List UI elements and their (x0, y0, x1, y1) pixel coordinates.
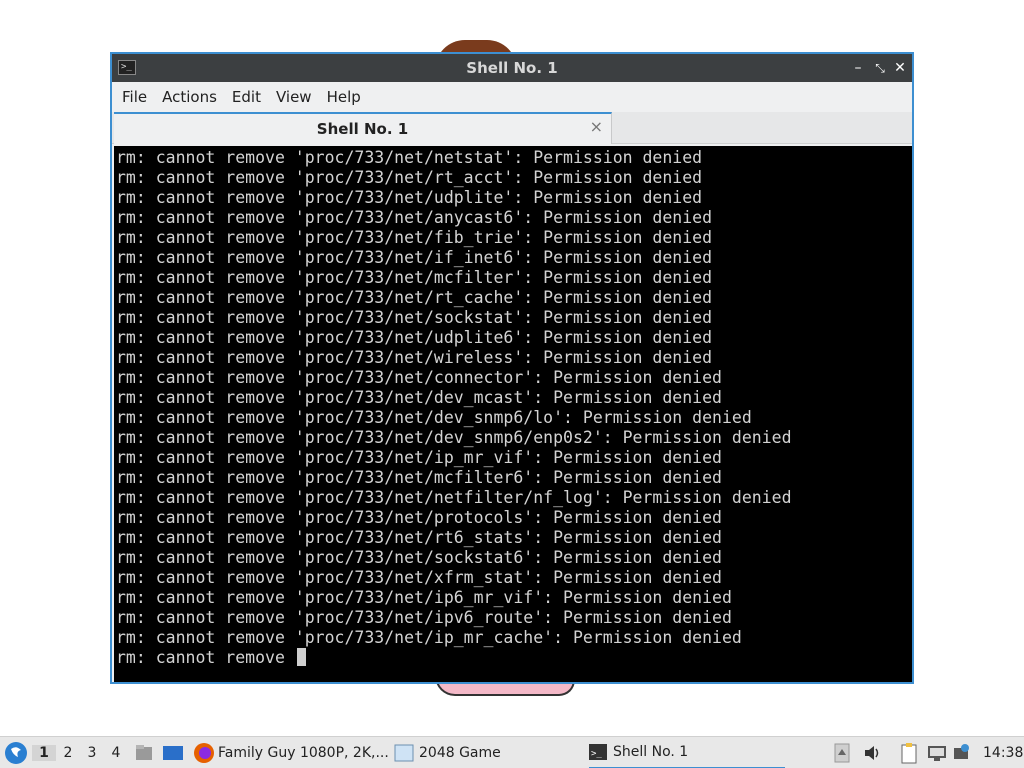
task-shell-label: Shell No. 1 (613, 744, 689, 760)
terminal-window: >_ Shell No. 1 – ⤡ ✕ File Actions Edit V… (110, 52, 914, 684)
terminal-prompt-text: rm: cannot remove (116, 648, 295, 667)
svg-text:>_: >_ (591, 749, 602, 759)
terminal-line: rm: cannot remove 'proc/733/net/anycast6… (116, 208, 713, 227)
terminal-line: rm: cannot remove 'proc/733/net/wireless… (116, 348, 713, 367)
clipboard-button[interactable] (899, 737, 919, 768)
monitor-update-icon (954, 744, 969, 759)
terminal-line: rm: cannot remove 'proc/733/net/dev_snmp… (116, 408, 752, 427)
workspace-1[interactable]: 1 (32, 745, 56, 761)
tab-bar: Shell No. 1 × (112, 112, 912, 144)
terminal-line: rm: cannot remove 'proc/733/net/rt6_stat… (116, 528, 722, 547)
task-2048[interactable]: 2048 Game (394, 737, 501, 768)
menu-actions[interactable]: Actions (162, 88, 232, 106)
task-2048-label: 2048 Game (419, 745, 501, 761)
file-manager-launcher[interactable] (134, 737, 154, 768)
terminal-line: rm: cannot remove 'proc/733/net/ip6_mr_v… (116, 588, 732, 607)
minimize-icon[interactable]: – (849, 58, 867, 78)
clock[interactable]: 14:38 (983, 737, 1023, 768)
tab-shell-1[interactable]: Shell No. 1 × (114, 112, 612, 144)
terminal-line: rm: cannot remove 'proc/733/net/dev_mcas… (116, 388, 722, 407)
terminal-line: rm: cannot remove 'proc/733/net/udplite'… (116, 188, 703, 207)
menu-view[interactable]: View (276, 88, 327, 106)
lxqt-logo-icon (5, 742, 27, 764)
terminal-cursor (296, 648, 306, 666)
clipboard-icon (901, 743, 917, 764)
tab-close-icon[interactable]: × (590, 117, 603, 136)
menubar: File Actions Edit View Help (112, 82, 912, 112)
menu-help[interactable]: Help (327, 88, 376, 106)
menu-file[interactable]: File (122, 88, 162, 106)
workspace-3[interactable]: 3 (80, 745, 104, 761)
terminal-line: rm: cannot remove 'proc/733/net/protocol… (116, 508, 722, 527)
taskbar: 1 2 3 4 Family Guy 1080P, 2K,... 2048 Ga… (0, 736, 1024, 768)
terminal-icon: >_ (589, 744, 607, 760)
terminal-line: rm: cannot remove 'proc/733/net/xfrm_sta… (116, 568, 722, 587)
terminal-output[interactable]: rm: cannot remove 'proc/733/net/netstat'… (114, 146, 912, 682)
terminal-line: rm: cannot remove 'proc/733/net/connecto… (116, 368, 722, 387)
workspace-4[interactable]: 4 (104, 745, 128, 761)
terminal-line: rm: cannot remove 'proc/733/net/mcfilter… (116, 268, 713, 287)
terminal-line: rm: cannot remove 'proc/733/net/netfilte… (116, 488, 792, 507)
terminal-line: rm: cannot remove 'proc/733/net/if_inet6… (116, 248, 713, 267)
network-button[interactable] (927, 737, 947, 768)
terminal-line: rm: cannot remove 'proc/733/net/ip_mr_ca… (116, 628, 742, 647)
menu-edit[interactable]: Edit (232, 88, 276, 106)
terminal-line: rm: cannot remove 'proc/733/net/dev_snmp… (116, 428, 792, 447)
terminal-line: rm: cannot remove 'proc/733/net/fib_trie… (116, 228, 713, 247)
terminal-line: rm: cannot remove 'proc/733/net/sockstat… (116, 548, 722, 567)
task-firefox-label: Family Guy 1080P, 2K,... (218, 745, 389, 761)
network-icon (928, 746, 946, 761)
window-titlebar[interactable]: >_ Shell No. 1 – ⤡ ✕ (112, 54, 912, 82)
volume-button[interactable] (862, 737, 882, 768)
window-icon (394, 744, 414, 762)
start-menu-button[interactable] (4, 737, 28, 768)
maximize-icon[interactable]: ⤡ (871, 58, 889, 78)
window-title: Shell No. 1 (466, 59, 558, 77)
terminal-line: rm: cannot remove 'proc/733/net/ip_mr_vi… (116, 448, 722, 467)
tray-arrow-icon (834, 743, 850, 763)
terminal-line: rm: cannot remove 'proc/733/net/udplite6… (116, 328, 713, 347)
terminal-line: rm: cannot remove 'proc/733/net/mcfilter… (116, 468, 722, 487)
update-notifier-button[interactable] (953, 737, 973, 768)
close-icon[interactable]: ✕ (891, 58, 909, 78)
volume-icon (865, 746, 879, 760)
desktop-launcher[interactable] (162, 737, 184, 768)
firefox-icon (194, 743, 214, 763)
file-manager-icon (136, 745, 152, 760)
task-firefox[interactable]: Family Guy 1080P, 2K,... (193, 737, 389, 768)
task-shell[interactable]: >_ Shell No. 1 (589, 737, 785, 768)
terminal-line: rm: cannot remove 'proc/733/net/rt_acct'… (116, 168, 703, 187)
terminal-line: rm: cannot remove 'proc/733/net/sockstat… (116, 308, 713, 327)
terminal-line: rm: cannot remove 'proc/733/net/netstat'… (116, 148, 703, 167)
terminal-line: rm: cannot remove 'proc/733/net/ipv6_rou… (116, 608, 732, 627)
terminal-line: rm: cannot remove 'proc/733/net/rt_cache… (116, 288, 713, 307)
show-desktop-icon (163, 746, 183, 760)
workspace-2[interactable]: 2 (56, 745, 80, 761)
terminal-prompt-line: rm: cannot remove (114, 648, 912, 668)
tab-label: Shell No. 1 (316, 120, 409, 138)
tray-scroll-button[interactable] (834, 737, 850, 768)
